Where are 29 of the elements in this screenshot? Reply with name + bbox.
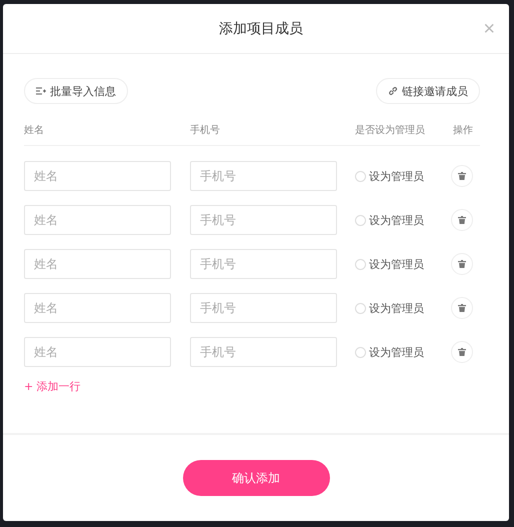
- list-icon: [36, 87, 46, 95]
- phone-field[interactable]: 手机号: [190, 249, 337, 279]
- phone-field[interactable]: 手机号: [190, 161, 337, 191]
- import-button[interactable]: 批量导入信息: [24, 78, 128, 104]
- name-field[interactable]: 姓名: [24, 205, 171, 235]
- name-field[interactable]: 姓名: [24, 293, 171, 323]
- invite-link-button[interactable]: 链接邀请成员: [376, 78, 480, 104]
- trash-icon: [458, 172, 466, 180]
- dialog-title: 添加项目成员: [219, 20, 304, 38]
- trash-icon: [458, 260, 466, 268]
- trash-icon: [458, 304, 466, 312]
- name-field[interactable]: 姓名: [24, 161, 171, 191]
- name-field[interactable]: 姓名: [24, 249, 171, 279]
- column-header: 姓名: [24, 124, 45, 137]
- phone-field[interactable]: 手机号: [190, 293, 337, 323]
- link-icon: [388, 86, 398, 96]
- delete-button[interactable]: [451, 341, 473, 363]
- column-header: 操作: [453, 124, 474, 137]
- delete-button[interactable]: [451, 253, 473, 275]
- delete-button[interactable]: [451, 297, 473, 319]
- column-header: 是否设为管理员: [355, 124, 426, 137]
- trash-icon: [458, 216, 466, 224]
- name-field[interactable]: 姓名: [24, 337, 171, 367]
- phone-field[interactable]: 手机号: [190, 205, 337, 235]
- trash-icon: [458, 348, 466, 356]
- delete-button[interactable]: [451, 209, 473, 231]
- phone-field[interactable]: 手机号: [190, 337, 337, 367]
- column-header: 手机号: [190, 124, 221, 137]
- delete-button[interactable]: [451, 165, 473, 187]
